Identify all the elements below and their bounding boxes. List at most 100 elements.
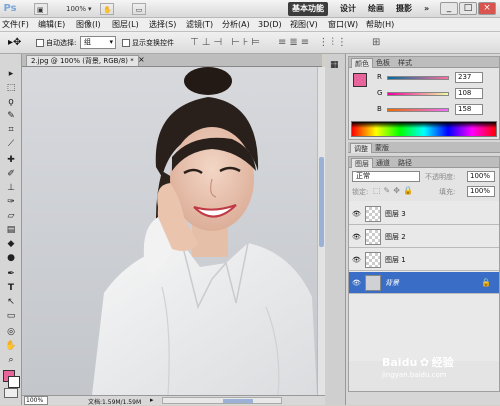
arrange-documents-icon[interactable]: ▭ <box>132 3 146 15</box>
tab-masks[interactable]: 蒙版 <box>372 143 392 153</box>
workspace-painting[interactable]: 绘画 <box>364 2 388 16</box>
menu-image[interactable]: 图像(I) <box>76 19 101 31</box>
spectrum-shade <box>352 122 496 128</box>
workspace-photography[interactable]: 摄影 <box>392 2 416 16</box>
tab-adjustments[interactable]: 调整 <box>350 143 372 153</box>
auto-align-icon[interactable]: ⊞ <box>372 37 380 48</box>
channel-b-slider[interactable] <box>387 108 449 112</box>
eyedropper-tool-icon[interactable]: ⟋ <box>4 138 18 150</box>
menu-layer[interactable]: 图层(L) <box>112 19 139 31</box>
layer-row[interactable]: 👁 图层 2 <box>349 226 499 248</box>
lock-icons[interactable]: ⬚✎✥🔒 <box>373 186 416 195</box>
show-transform-checkbox[interactable] <box>122 39 130 47</box>
quick-mask-button[interactable] <box>4 388 18 398</box>
close-document-icon[interactable]: × <box>138 55 145 64</box>
crop-tool-icon[interactable]: ⌗ <box>4 124 18 136</box>
channel-r-slider[interactable] <box>387 76 449 80</box>
zoom-level[interactable]: 100% <box>64 3 88 15</box>
distribute-icons[interactable]: ≡≣≡ ⋮⫶⋮ <box>278 37 350 48</box>
visibility-eye-icon[interactable]: 👁 <box>352 279 361 287</box>
menu-window[interactable]: 窗口(W) <box>328 19 358 31</box>
close-button[interactable]: × <box>478 2 496 15</box>
menu-filter[interactable]: 滤镜(T) <box>186 19 213 31</box>
layer-row[interactable]: 👁 图层 1 <box>349 249 499 271</box>
workspace-essentials[interactable]: 基本功能 <box>288 2 328 16</box>
healing-brush-tool-icon[interactable]: ✚ <box>4 154 18 166</box>
tab-swatches[interactable]: 色板 <box>373 58 393 68</box>
visibility-eye-icon[interactable]: 👁 <box>352 210 361 218</box>
channel-b-label: B <box>377 105 382 113</box>
restore-button[interactable]: □ <box>459 2 477 15</box>
menu-view[interactable]: 视图(V) <box>290 19 318 31</box>
menu-3d[interactable]: 3D(D) <box>258 19 282 31</box>
quick-select-tool-icon[interactable]: ✎ <box>4 110 18 122</box>
type-tool-icon[interactable]: T <box>4 282 18 294</box>
menu-edit[interactable]: 编辑(E) <box>38 19 65 31</box>
vertical-scrollbar[interactable] <box>317 67 325 395</box>
marquee-tool-icon[interactable]: ⬚ <box>4 82 18 94</box>
menu-help[interactable]: 帮助(H) <box>366 19 394 31</box>
hand-icon[interactable]: ✋ <box>100 3 114 15</box>
document-tab-title[interactable]: 2.jpg @ 100% (背景, RGB/8) * <box>26 55 139 66</box>
3d-rotate-tool-icon[interactable]: ◎ <box>4 326 18 338</box>
opacity-field[interactable]: 100% <box>467 171 495 182</box>
layer-row-selected[interactable]: 👁 背景 🔒 <box>349 272 499 294</box>
document-canvas[interactable] <box>22 67 317 395</box>
color-spectrum-bar[interactable] <box>351 121 497 137</box>
document-tab[interactable]: 2.jpg @ 100% (背景, RGB/8) * × <box>22 54 322 67</box>
layer-name: 图层 3 <box>385 210 406 218</box>
horizontal-scrollbar[interactable] <box>162 397 282 404</box>
channel-g-value[interactable]: 108 <box>455 88 483 99</box>
photoshop-logo: Ps <box>3 3 17 14</box>
horizontal-scrollbar-thumb[interactable] <box>223 399 253 403</box>
pen-tool-icon[interactable]: ✒ <box>4 268 18 280</box>
brush-tool-icon[interactable]: ✐ <box>4 168 18 180</box>
shape-tool-icon[interactable]: ▭ <box>4 310 18 322</box>
tab-layers[interactable]: 图层 <box>351 158 373 168</box>
auto-select-checkbox[interactable] <box>36 39 44 47</box>
minimize-button[interactable]: _ <box>440 2 458 15</box>
gradient-tool-icon[interactable]: ▤ <box>4 224 18 236</box>
tab-color[interactable]: 颜色 <box>351 58 373 68</box>
channel-b-value[interactable]: 158 <box>455 104 483 115</box>
menu-file[interactable]: 文件(F) <box>2 19 29 31</box>
history-icon[interactable]: ▦ <box>330 60 339 70</box>
visibility-eye-icon[interactable]: 👁 <box>352 233 361 241</box>
clone-stamp-tool-icon[interactable]: ⊥ <box>4 182 18 194</box>
channel-r-value[interactable]: 237 <box>455 72 483 83</box>
workspace-design[interactable]: 设计 <box>336 2 360 16</box>
zoom-dropdown-icon[interactable]: ▾ <box>86 3 94 15</box>
watermark-cn: 经验 <box>431 356 454 369</box>
path-selection-tool-icon[interactable]: ↖ <box>4 296 18 308</box>
hand-tool-icon[interactable]: ✋ <box>4 340 18 352</box>
auto-select-dropdown[interactable]: 组 ▾ <box>80 36 116 49</box>
blend-mode-dropdown[interactable]: 正常 <box>352 171 420 182</box>
history-brush-tool-icon[interactable]: ✑ <box>4 196 18 208</box>
eraser-tool-icon[interactable]: ▱ <box>4 210 18 222</box>
tab-channels[interactable]: 通道 <box>373 158 393 168</box>
menu-select[interactable]: 选择(S) <box>149 19 176 31</box>
channel-g-label: G <box>377 89 383 97</box>
workspace-more-icon[interactable]: » <box>420 2 433 16</box>
scrollbar-thumb[interactable] <box>319 157 324 247</box>
dodge-tool-icon[interactable]: ● <box>4 252 18 264</box>
visibility-eye-icon[interactable]: 👁 <box>352 256 361 264</box>
tab-styles[interactable]: 样式 <box>395 58 415 68</box>
channel-g-slider[interactable] <box>387 92 449 96</box>
menu-analysis[interactable]: 分析(A) <box>222 19 250 31</box>
align-icons[interactable]: ⊤⊥⊣ ⊢⊦⊨ <box>190 37 263 48</box>
background-color-swatch[interactable] <box>8 376 20 388</box>
move-tool-icon[interactable]: ▸ <box>4 68 18 80</box>
bridge-icon[interactable]: ▣ <box>34 3 48 15</box>
color-panel-foreground-swatch[interactable] <box>353 73 367 87</box>
move-tool-icon[interactable]: ▸✥ <box>8 37 21 48</box>
layer-thumbnail <box>365 252 381 268</box>
zoom-tool-icon[interactable]: ⌕ <box>4 354 18 366</box>
status-zoom[interactable]: 100% <box>24 396 48 405</box>
fill-field[interactable]: 100% <box>467 186 495 197</box>
layer-row[interactable]: 👁 图层 3 <box>349 203 499 225</box>
blur-tool-icon[interactable]: ◆ <box>4 238 18 250</box>
tab-paths[interactable]: 路径 <box>395 158 415 168</box>
lasso-tool-icon[interactable]: ϙ <box>4 96 18 108</box>
status-menu-icon[interactable]: ▸ <box>150 396 154 404</box>
